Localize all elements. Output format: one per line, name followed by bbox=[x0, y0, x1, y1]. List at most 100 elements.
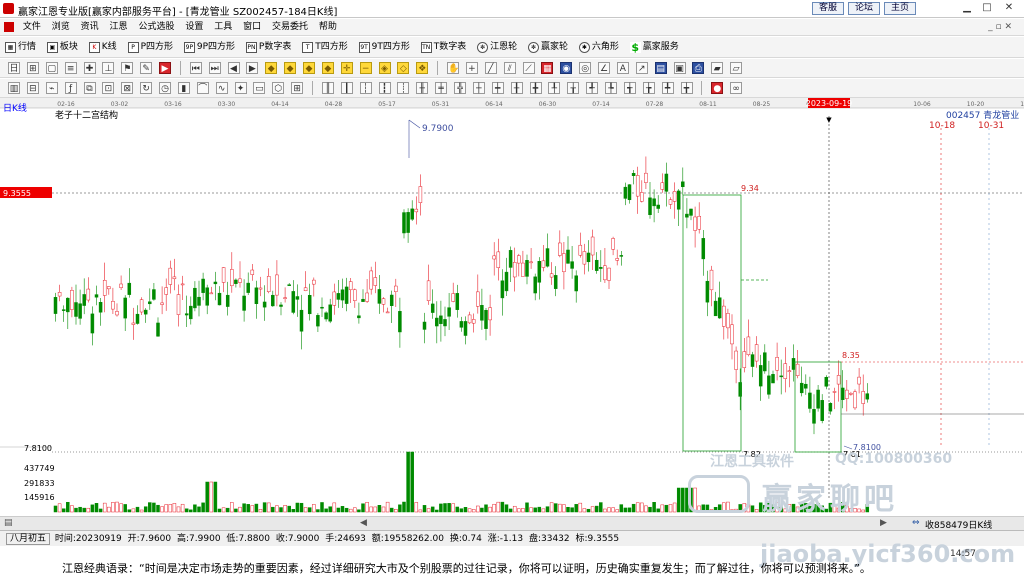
hexagon-button[interactable]: ✱ 六角形 bbox=[574, 37, 622, 58]
maximize-icon[interactable]: □ bbox=[980, 2, 994, 15]
chart-scrollbar[interactable]: ▤ ◀ ▶ ⇔ 收858479日K线 bbox=[0, 516, 1024, 531]
time-icon[interactable]: ◷ bbox=[159, 82, 171, 94]
period-menu-icon[interactable]: 日 bbox=[8, 62, 20, 74]
diamond-reset-icon[interactable]: ◇ bbox=[397, 62, 410, 74]
bar-s-icon[interactable]: ╇ bbox=[661, 82, 674, 94]
close-icon[interactable]: ✕ bbox=[1002, 2, 1016, 15]
bar-d-icon[interactable]: ┇ bbox=[378, 82, 391, 94]
stats-icon[interactable]: ▥ bbox=[8, 82, 20, 94]
home-button[interactable]: 主页 bbox=[884, 2, 916, 15]
tool-cross-icon[interactable]: ✚ bbox=[83, 62, 96, 74]
sectors-button[interactable]: ▣ 板块 bbox=[42, 37, 81, 58]
ruler-tool-icon[interactable]: ▤ bbox=[654, 62, 667, 74]
kline-chart[interactable]: 02-16 03-02 03-16 03-30 04-14 04-28 05-17 05-31… bbox=[0, 98, 1024, 517]
link-icon[interactable]: ∞ bbox=[730, 82, 743, 94]
p-number-table-button[interactable]: PN P数字表 bbox=[241, 37, 294, 58]
first-icon[interactable]: ⏮ bbox=[189, 62, 202, 74]
tool-flag-red-icon[interactable]: ▶ bbox=[159, 62, 171, 74]
kline-button[interactable]: K K线 bbox=[84, 37, 120, 58]
box-icon[interactable]: ▭ bbox=[253, 82, 266, 94]
bar-r-icon[interactable]: ╆ bbox=[642, 82, 655, 94]
formula-icon[interactable]: ƒ bbox=[64, 82, 77, 94]
t-number-table-button[interactable]: TN T数字表 bbox=[416, 37, 470, 58]
prev-icon[interactable]: ◀ bbox=[227, 62, 240, 74]
tool-pencil-icon[interactable]: ✎ bbox=[140, 62, 153, 74]
circle-tool-icon[interactable]: ◉ bbox=[560, 62, 573, 74]
bar-f-icon[interactable]: ╫ bbox=[416, 82, 429, 94]
tool-ruler-icon[interactable]: ⊥ bbox=[102, 62, 115, 74]
t-square-button[interactable]: T T四方形 bbox=[297, 37, 351, 58]
angle-tool-icon[interactable]: ∠ bbox=[598, 62, 610, 74]
winner-wheel-button[interactable]: ✻ 赢家轮 bbox=[523, 37, 571, 58]
tool-square-icon[interactable]: ▢ bbox=[45, 62, 58, 74]
channel-tool-icon[interactable]: ⫽ bbox=[503, 62, 516, 74]
compare-icon[interactable]: ⊟ bbox=[26, 82, 39, 94]
crosshair-icon[interactable]: + bbox=[465, 62, 478, 74]
hand-icon[interactable]: ✋ bbox=[447, 62, 459, 74]
star-icon[interactable]: ✦ bbox=[234, 82, 247, 94]
bar-h-icon[interactable]: ╬ bbox=[454, 82, 466, 94]
bar-b-icon[interactable]: ┃ bbox=[340, 82, 353, 94]
fan-tool-icon[interactable]: ⟋ bbox=[522, 62, 535, 74]
bar-i-icon[interactable]: ┼ bbox=[472, 82, 485, 94]
diamond-down-icon[interactable]: ◆ bbox=[284, 62, 297, 74]
9p-square-button[interactable]: 9P 9P四方形 bbox=[179, 37, 238, 58]
diamond-zoom-in-icon[interactable]: ✛ bbox=[340, 62, 353, 74]
diamond-mark-icon[interactable]: ❖ bbox=[416, 62, 429, 74]
menu-help[interactable]: 帮助 bbox=[315, 19, 341, 36]
gann-wheel-button[interactable]: ✻ 江恩轮 bbox=[472, 37, 520, 58]
menu-settings[interactable]: 设置 bbox=[181, 19, 207, 36]
scroll-menu-icon[interactable]: ▤ bbox=[4, 518, 13, 528]
bar-q-icon[interactable]: ╅ bbox=[623, 82, 636, 94]
bar-m-icon[interactable]: ╀ bbox=[548, 82, 561, 94]
bar-p-icon[interactable]: ╄ bbox=[605, 82, 617, 94]
next-icon[interactable]: ▶ bbox=[246, 62, 259, 74]
hex-icon[interactable]: ⬡ bbox=[272, 82, 285, 94]
diamond-fit-icon[interactable]: ◈ bbox=[378, 62, 391, 74]
indicator-icon[interactable]: ⌁ bbox=[45, 82, 58, 94]
red-ball-icon[interactable]: ● bbox=[711, 82, 724, 94]
menu-tools[interactable]: 工具 bbox=[210, 19, 236, 36]
grid2-icon[interactable]: ⊞ bbox=[291, 82, 304, 94]
diamond-up-icon[interactable]: ◆ bbox=[265, 62, 278, 74]
menu-window[interactable]: 窗口 bbox=[239, 19, 265, 36]
diamond-zoom-out-icon[interactable]: − bbox=[359, 62, 372, 74]
menu-file[interactable]: 文件 bbox=[19, 19, 45, 36]
car-icon[interactable]: ▰ bbox=[711, 62, 724, 74]
tool-bars-icon[interactable]: ≡ bbox=[64, 62, 77, 74]
text-tool-icon[interactable]: A bbox=[616, 62, 629, 74]
menu-info[interactable]: 资讯 bbox=[77, 19, 103, 36]
arrow-tool-icon[interactable]: ↗ bbox=[635, 62, 648, 74]
overlay-icon[interactable]: ⧉ bbox=[83, 82, 96, 94]
scroll-zoom-icon[interactable]: ⇔ bbox=[912, 518, 920, 528]
menu-gann[interactable]: 江恩 bbox=[106, 19, 132, 36]
tool-flag-icon[interactable]: ⚑ bbox=[121, 62, 134, 74]
scroll-left-icon[interactable]: ◀ bbox=[360, 518, 367, 528]
bus-icon[interactable]: ▱ bbox=[730, 62, 743, 74]
angle-icon[interactable]: ⌒ bbox=[196, 82, 209, 94]
customer-service-button[interactable]: 客服 bbox=[812, 2, 844, 15]
9t-square-button[interactable]: 9T 9T四方形 bbox=[354, 37, 413, 58]
scroll-right-icon[interactable]: ▶ bbox=[880, 518, 887, 528]
menu-browse[interactable]: 浏览 bbox=[48, 19, 74, 36]
winner-service-button[interactable]: $ 赢家服务 bbox=[625, 37, 682, 58]
forum-button[interactable]: 论坛 bbox=[848, 2, 880, 15]
bar-a-icon[interactable]: ║ bbox=[321, 82, 334, 94]
bar-c-icon[interactable]: ┆ bbox=[359, 82, 372, 94]
bar-o-icon[interactable]: ╃ bbox=[586, 82, 599, 94]
diamond-left-icon[interactable]: ◆ bbox=[303, 62, 315, 74]
split-icon[interactable]: ⊠ bbox=[121, 82, 134, 94]
bar-t-icon[interactable]: ╈ bbox=[680, 82, 693, 94]
bar-g-icon[interactable]: ╪ bbox=[435, 82, 448, 94]
cycle-icon[interactable]: ↻ bbox=[140, 82, 153, 94]
wave-icon[interactable]: ∿ bbox=[215, 82, 228, 94]
layout-icon[interactable]: ⊡ bbox=[102, 82, 115, 94]
bar-l-icon[interactable]: ╋ bbox=[529, 82, 542, 94]
mdi-controls-icon[interactable]: _ ▫ ✕ bbox=[984, 19, 1016, 36]
diamond-right-icon[interactable]: ◆ bbox=[321, 62, 334, 74]
menu-formula[interactable]: 公式选股 bbox=[134, 19, 178, 36]
bar-k-icon[interactable]: ╂ bbox=[510, 82, 523, 94]
ellipse-tool-icon[interactable]: ◎ bbox=[579, 62, 592, 74]
volume-icon[interactable]: ▮ bbox=[177, 82, 190, 94]
last-icon[interactable]: ⏭ bbox=[208, 62, 221, 74]
